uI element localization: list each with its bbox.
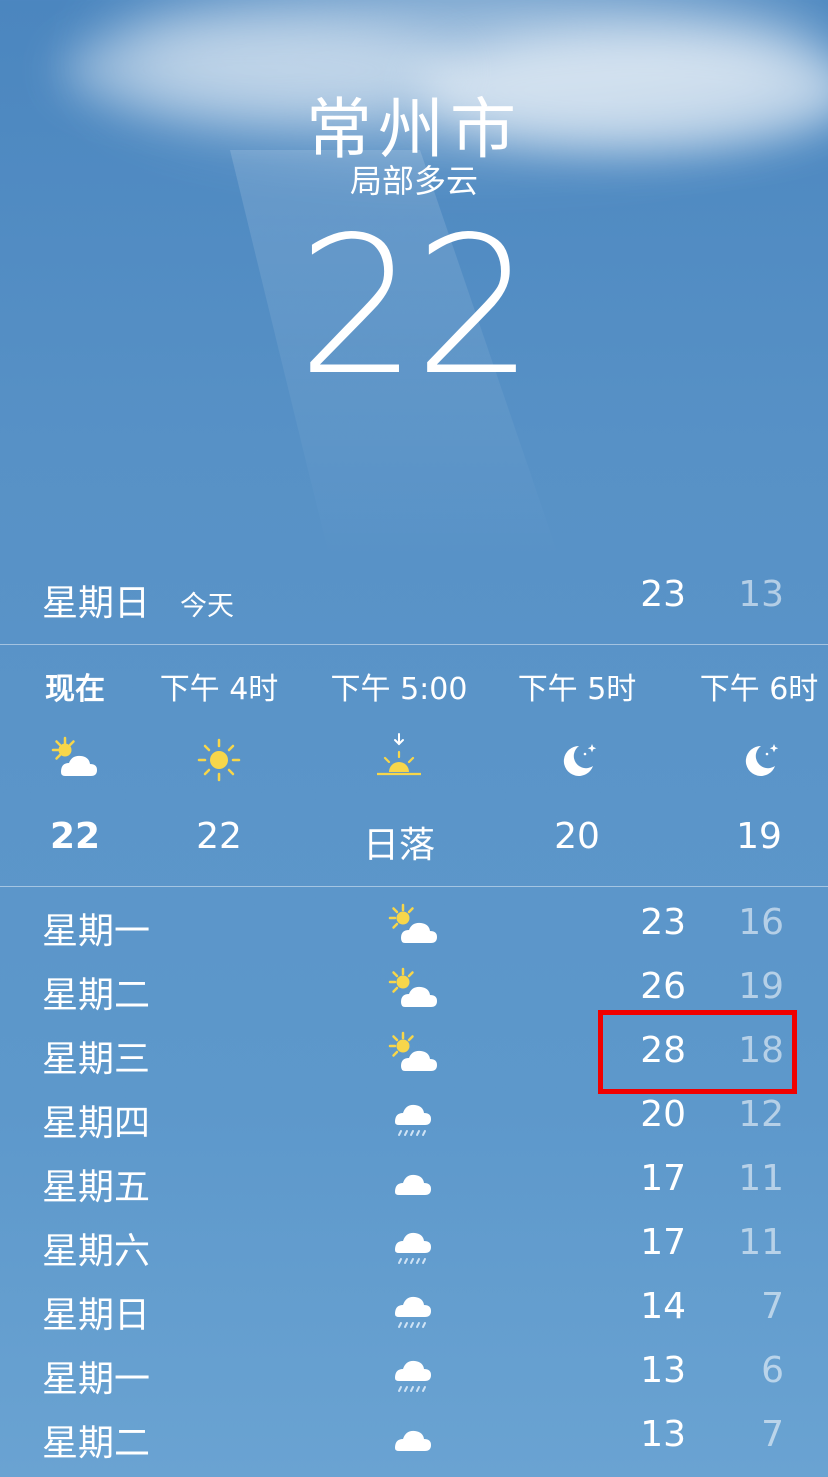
rain-icon	[385, 1284, 443, 1336]
today-summary-row: 星期日 今天 23 13	[0, 574, 828, 624]
hour-label: 下午 5:00	[330, 672, 468, 707]
day-label: 星期二	[42, 1423, 151, 1464]
day-low: 19	[738, 966, 784, 1007]
day-label: 星期四	[42, 1103, 151, 1144]
today-day-label: 星期日	[42, 583, 151, 624]
hour-temperature: 20	[554, 816, 600, 857]
hour-label: 现在	[45, 672, 105, 707]
list-item: 星期二 13 7	[0, 1414, 828, 1470]
hour-item-4pm: 下午 4时 22	[144, 660, 294, 870]
today-high: 23	[640, 574, 686, 615]
day-low: 7	[761, 1414, 784, 1455]
day-label: 星期五	[42, 1167, 151, 1208]
moon-icon	[731, 732, 787, 788]
rain-icon	[385, 1220, 443, 1272]
day-high: 20	[640, 1094, 686, 1135]
list-item: 星期一 13 6	[0, 1350, 828, 1406]
day-low: 7	[761, 1286, 784, 1327]
partly-cloudy-icon	[385, 1028, 443, 1080]
day-high: 13	[640, 1350, 686, 1391]
day-label: 星期日	[42, 1295, 151, 1336]
divider-bottom	[0, 886, 828, 887]
day-low: 6	[761, 1350, 784, 1391]
partly-cloudy-icon	[385, 900, 443, 952]
hour-item-6pm: 下午 6时 19	[684, 660, 828, 870]
list-item: 星期六 17 11	[0, 1222, 828, 1278]
day-low: 16	[738, 902, 784, 943]
list-item: 星期一 23 16	[0, 902, 828, 958]
list-item: 星期五 17 11	[0, 1158, 828, 1214]
day-label: 星期一	[42, 911, 151, 952]
day-low: 12	[738, 1094, 784, 1135]
day-high: 13	[640, 1414, 686, 1455]
rain-icon	[385, 1348, 443, 1400]
rain-icon	[385, 1092, 443, 1144]
cloud-icon	[385, 1412, 443, 1464]
day-high: 23	[640, 902, 686, 943]
today-low: 13	[738, 574, 784, 615]
hour-item-now: 现在 22	[0, 660, 150, 870]
day-high: 17	[640, 1158, 686, 1199]
partly-cloudy-icon	[47, 732, 103, 788]
day-low: 11	[738, 1158, 784, 1199]
hour-temperature: 22	[196, 816, 242, 857]
hour-label: 下午 6时	[699, 672, 819, 707]
hour-item-5pm: 下午 5时 20	[502, 660, 652, 870]
day-high: 26	[640, 966, 686, 1007]
hour-label: 下午 4时	[159, 672, 279, 707]
cloud-icon	[385, 1156, 443, 1208]
hour-temperature: 日落	[362, 825, 435, 866]
today-tag: 今天	[180, 591, 234, 622]
list-item: 星期四 20 12	[0, 1094, 828, 1150]
moon-icon	[549, 732, 605, 788]
day-label: 星期一	[42, 1359, 151, 1400]
hour-temperature: 22	[49, 816, 101, 857]
day-high: 17	[640, 1222, 686, 1263]
day-label: 星期三	[42, 1039, 151, 1080]
list-item: 星期日 14 7	[0, 1286, 828, 1342]
day-high: 14	[640, 1286, 686, 1327]
sunset-icon	[371, 732, 427, 788]
current-temperature: 22	[297, 196, 535, 417]
hour-label: 下午 5时	[517, 672, 637, 707]
day-label: 星期二	[42, 975, 151, 1016]
day-low: 11	[738, 1222, 784, 1263]
partly-cloudy-icon	[385, 964, 443, 1016]
highlight-box	[598, 1010, 797, 1094]
hour-item-sunset: 下午 5:00 日落	[324, 660, 474, 870]
sun-icon	[191, 732, 247, 788]
day-label: 星期六	[42, 1231, 151, 1272]
hour-temperature: 19	[736, 816, 782, 857]
divider-top	[0, 644, 828, 645]
